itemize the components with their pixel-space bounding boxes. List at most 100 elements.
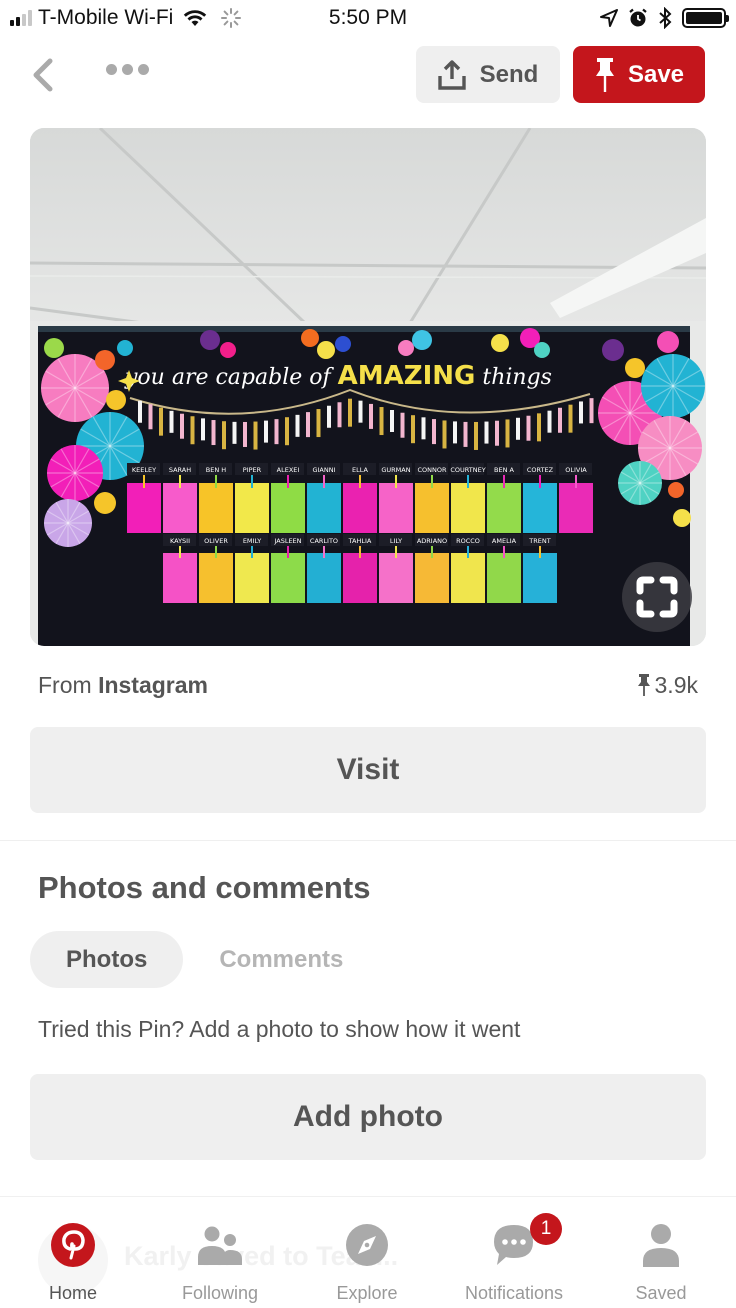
tassel: [537, 413, 541, 442]
pom-pom: [301, 329, 319, 347]
tassel: [201, 418, 205, 441]
tab-photos[interactable]: Photos: [30, 931, 184, 988]
pom-pom: [44, 338, 64, 358]
tried-pin-prompt: Tried this Pin? Add a photo to show how …: [38, 1016, 521, 1042]
student-name: ELLA: [352, 466, 368, 474]
expand-corners-icon: [636, 576, 678, 618]
pom-pom: [625, 358, 645, 378]
pin-source-row: From Instagram 3.9k: [38, 668, 698, 702]
name-card: [415, 483, 449, 533]
pin-source[interactable]: From Instagram: [38, 672, 208, 699]
name-card: [235, 553, 269, 603]
clothespin: [215, 546, 217, 558]
ellipsis-dot: [106, 64, 117, 75]
name-card: [307, 483, 341, 533]
tab-comments[interactable]: Comments: [183, 931, 379, 988]
tassel: [432, 419, 436, 445]
save-count: 3.9k: [637, 672, 698, 699]
board-banner-text: you are capable of AMAZING things: [124, 361, 552, 391]
tassel: [358, 400, 363, 423]
student-name: GURMAN: [381, 466, 410, 474]
add-photo-button[interactable]: Add photo: [30, 1074, 706, 1160]
pin-toolbar: Send Save: [0, 46, 736, 104]
clothespin: [503, 546, 505, 558]
photos-comments-tabs: Photos Comments: [30, 931, 379, 988]
tassel: [348, 398, 352, 427]
nav-home[interactable]: Home: [0, 1221, 146, 1307]
tassel: [411, 415, 415, 444]
student-name: TAHLIA: [348, 537, 372, 545]
name-card: [199, 483, 233, 533]
location-arrow-icon: [600, 9, 618, 27]
tassel: [442, 420, 447, 449]
name-card: [343, 483, 377, 533]
nav-notifications[interactable]: 1 Notifications: [441, 1213, 587, 1307]
visit-button[interactable]: Visit: [30, 727, 706, 813]
ellipsis-dot: [138, 64, 149, 75]
student-name: KAYSII: [170, 537, 190, 545]
tassel: [316, 409, 321, 438]
name-card: [235, 483, 269, 533]
tassel: [379, 407, 384, 436]
tassel: [558, 407, 562, 433]
tassel: [568, 404, 573, 433]
tassel: [390, 410, 394, 432]
name-card: [127, 483, 161, 533]
source-prefix: From: [38, 671, 92, 698]
clothespin: [251, 475, 253, 488]
save-label: Save: [627, 60, 685, 88]
back-button[interactable]: [28, 56, 58, 94]
name-card: [415, 553, 449, 603]
section-title: Photos and comments: [38, 870, 371, 905]
tassel: [327, 405, 331, 428]
name-card: [487, 553, 521, 603]
tassel: [253, 421, 258, 450]
save-count-value: 3.9k: [654, 671, 698, 698]
section-divider: [0, 840, 736, 841]
name-card: [487, 483, 521, 533]
nav-label: Notifications: [464, 1283, 564, 1303]
pinterest-logo-icon: [51, 1223, 95, 1267]
nav-explore[interactable]: Explore: [294, 1221, 440, 1307]
student-name: CARLITO: [310, 537, 338, 545]
nav-following[interactable]: Following: [147, 1221, 293, 1307]
pin-image[interactable]: you are capable of AMAZING things KEELEY…: [30, 128, 706, 646]
clothespin: [395, 546, 397, 558]
clothespin: [179, 546, 181, 558]
student-name: GIANNI: [312, 466, 335, 474]
tassel: [306, 412, 310, 438]
more-options-button[interactable]: [106, 64, 149, 75]
student-name: ADRIANO: [417, 537, 447, 545]
student-name: BEN A: [494, 466, 514, 474]
pom-pom: [106, 390, 126, 410]
clothespin: [467, 475, 469, 488]
source-name: Instagram: [98, 671, 208, 698]
clothespin: [503, 475, 505, 488]
fullscreen-button[interactable]: [622, 562, 692, 632]
student-name: KEELEY: [132, 466, 156, 474]
clothespin: [323, 475, 325, 488]
tassel: [211, 420, 216, 446]
student-name: JASLEEN: [273, 537, 301, 545]
clothespin: [359, 475, 361, 488]
send-label: Send: [479, 60, 539, 88]
bottom-navigation: Karly saved to Teac... Home Following Ex…: [0, 1196, 736, 1308]
name-card: [271, 553, 305, 603]
name-card: [379, 553, 413, 603]
send-button[interactable]: Send: [416, 46, 560, 103]
pom-pom: [200, 330, 220, 350]
share-upload-icon: [437, 59, 466, 90]
tassel: [274, 419, 279, 445]
tassel: [453, 421, 457, 444]
pom-pom: [117, 340, 133, 356]
tassel: [400, 412, 405, 438]
banner-suffix: things: [475, 365, 552, 390]
student-name: COURTNEY: [450, 466, 485, 474]
pom-pom: [317, 341, 335, 359]
save-button[interactable]: Save: [573, 46, 705, 103]
tassel: [589, 398, 594, 424]
nav-saved[interactable]: Saved: [588, 1221, 734, 1307]
pom-pom: [668, 482, 684, 498]
clothespin: [467, 546, 469, 558]
clothespin: [575, 475, 577, 488]
